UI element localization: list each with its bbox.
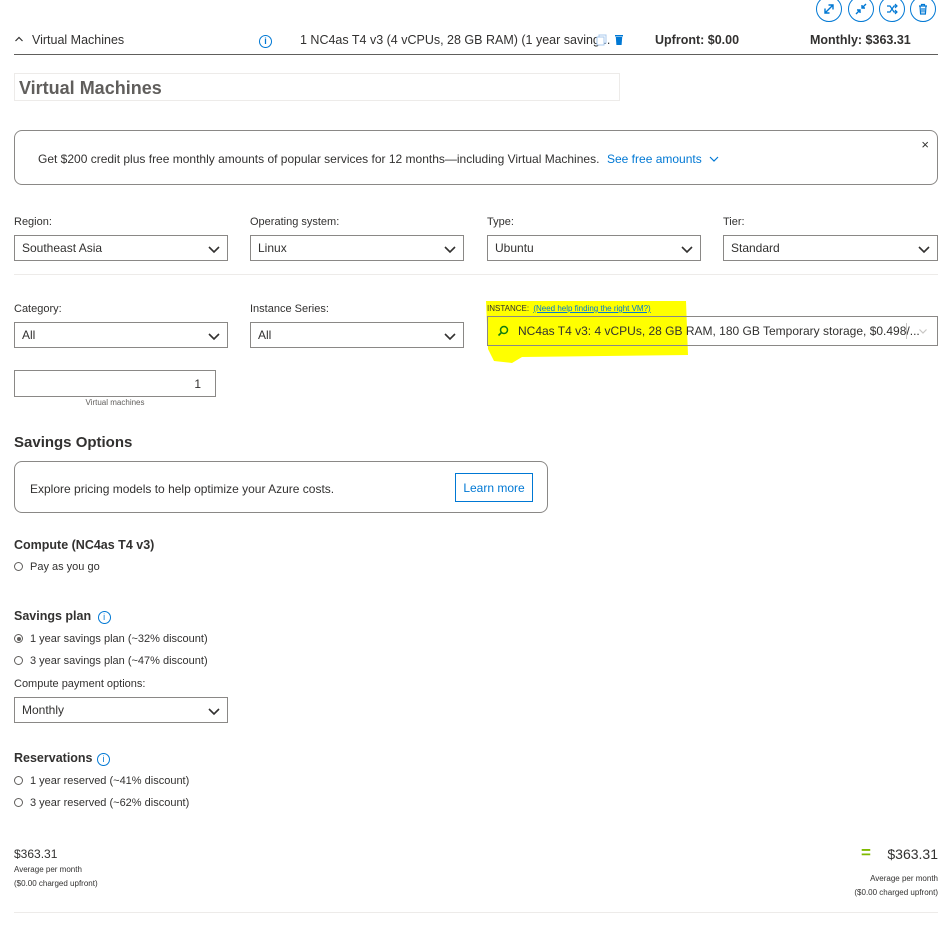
- savings-plan-3yr-label[interactable]: 3 year savings plan (~47% discount): [30, 655, 208, 667]
- equals-sign: =: [861, 843, 871, 862]
- trash-icon[interactable]: [614, 34, 624, 49]
- header-divider: [14, 54, 938, 55]
- total-caption: Average per month: [870, 874, 938, 883]
- reserved-3yr-radio[interactable]: [14, 798, 23, 807]
- total-amount: $363.31: [887, 846, 938, 862]
- chevron-down-icon: [208, 708, 220, 716]
- reserved-1yr-label[interactable]: 1 year reserved (~41% discount): [30, 775, 189, 787]
- learn-more-button[interactable]: Learn more: [455, 473, 533, 502]
- copy-icon[interactable]: [596, 34, 607, 49]
- info-icon[interactable]: i: [97, 753, 110, 766]
- chevron-down-icon: [918, 246, 930, 254]
- category-select[interactable]: All: [14, 322, 228, 348]
- instance-select[interactable]: NC4as T4 v3: 4 vCPUs, 28 GB RAM, 180 GB …: [487, 316, 938, 346]
- category-value: All: [22, 328, 36, 342]
- collapse-icon: [855, 3, 867, 15]
- collapse-chevron[interactable]: [14, 33, 24, 47]
- subtotal-caption: Average per month: [14, 865, 82, 874]
- chevron-down-icon: [709, 156, 719, 162]
- see-free-amounts-label: See free amounts: [607, 152, 702, 166]
- footer-divider: [14, 912, 938, 913]
- series-value: All: [258, 328, 272, 342]
- series-label: Instance Series:: [250, 303, 329, 315]
- upfront-cost: Upfront: $0.00: [655, 33, 740, 47]
- reserved-1yr-radio[interactable]: [14, 776, 23, 785]
- subtotal-upfront-caption: ($0.00 charged upfront): [14, 879, 98, 888]
- chevron-down-icon: [444, 246, 456, 254]
- info-icon[interactable]: i: [259, 33, 272, 48]
- instance-value: NC4as T4 v3: 4 vCPUs, 28 GB RAM, 180 GB …: [518, 324, 920, 338]
- os-value: Linux: [258, 241, 287, 255]
- expand-button[interactable]: [816, 0, 842, 22]
- type-value: Ubuntu: [495, 241, 534, 255]
- vm-count-input[interactable]: 1: [14, 370, 216, 397]
- clone-button[interactable]: [879, 0, 905, 22]
- type-select[interactable]: Ubuntu: [487, 235, 701, 261]
- tier-select[interactable]: Standard: [723, 235, 938, 261]
- savings-plan-1yr-label[interactable]: 1 year savings plan (~32% discount): [30, 633, 208, 645]
- chevron-down-icon: [444, 333, 456, 341]
- subtotal-amount: $363.31: [14, 847, 58, 861]
- estimate-name-value: Virtual Machines: [19, 78, 162, 98]
- estimate-name-input[interactable]: Virtual Machines: [14, 73, 620, 101]
- filters-divider: [14, 274, 938, 275]
- delete-button[interactable]: [910, 0, 936, 22]
- monthly-cost: Monthly: $363.31: [810, 33, 911, 47]
- instance-label-text: INSTANCE:: [487, 304, 530, 313]
- select-separator: [906, 323, 907, 339]
- series-select[interactable]: All: [250, 322, 464, 348]
- tier-label: Tier:: [723, 216, 745, 228]
- category-label: Category:: [14, 303, 62, 315]
- reservations-heading-text: Reservations: [14, 751, 93, 765]
- payment-options-value: Monthly: [22, 703, 65, 717]
- info-icon[interactable]: i: [97, 611, 111, 624]
- savings-plan-1yr-radio[interactable]: [14, 634, 23, 643]
- chevron-up-icon: [15, 36, 23, 42]
- region-value: Southeast Asia: [22, 241, 103, 255]
- see-free-amounts-link[interactable]: See free amounts: [607, 152, 719, 166]
- reservations-heading: Reservations i: [14, 751, 110, 766]
- os-select[interactable]: Linux: [250, 235, 464, 261]
- savings-explore-text: Explore pricing models to help optimize …: [30, 482, 335, 496]
- chevron-down-icon: [919, 329, 927, 334]
- payg-label[interactable]: Pay as you go: [30, 561, 100, 573]
- vm-help-link[interactable]: (Need help finding the right VM?): [533, 304, 650, 313]
- chevron-down-icon: [208, 246, 220, 254]
- savings-options-heading: Savings Options: [14, 434, 133, 451]
- reserved-3yr-label[interactable]: 3 year reserved (~62% discount): [30, 797, 189, 809]
- savings-explore-box: Explore pricing models to help optimize …: [14, 461, 548, 513]
- instance-label: INSTANCE: (Need help finding the right V…: [487, 304, 651, 313]
- collapse-button[interactable]: [848, 0, 874, 22]
- vm-count-value: 1: [194, 377, 201, 391]
- compute-heading: Compute (NC4as T4 v3): [14, 538, 155, 552]
- chevron-down-icon: [681, 246, 693, 254]
- region-select[interactable]: Southeast Asia: [14, 235, 228, 261]
- payment-options-label: Compute payment options:: [14, 678, 146, 690]
- section-title[interactable]: Virtual Machines: [32, 33, 124, 47]
- estimate-summary: 1 NC4as T4 v3 (4 vCPUs, 28 GB RAM) (1 ye…: [300, 33, 611, 47]
- savings-plan-heading: Savings plan i: [14, 609, 111, 624]
- banner-close-button[interactable]: ×: [921, 137, 929, 152]
- banner-text: Get $200 credit plus free monthly amount…: [38, 152, 600, 166]
- search-icon: [497, 325, 509, 337]
- payg-radio[interactable]: [14, 562, 23, 571]
- trash-icon: [919, 3, 927, 15]
- type-label: Type:: [487, 216, 514, 228]
- payment-options-select[interactable]: Monthly: [14, 697, 228, 723]
- tier-value: Standard: [731, 241, 780, 255]
- region-label: Region:: [14, 216, 52, 228]
- vm-count-caption: Virtual machines: [85, 398, 145, 407]
- os-label: Operating system:: [250, 216, 340, 228]
- shuffle-icon: [887, 3, 898, 15]
- total-upfront-caption: ($0.00 charged upfront): [854, 888, 938, 897]
- savings-plan-heading-text: Savings plan: [14, 609, 92, 623]
- expand-icon: [824, 4, 834, 14]
- chevron-down-icon: [208, 333, 220, 341]
- free-credit-banner: Get $200 credit plus free monthly amount…: [14, 130, 938, 185]
- savings-plan-3yr-radio[interactable]: [14, 656, 23, 665]
